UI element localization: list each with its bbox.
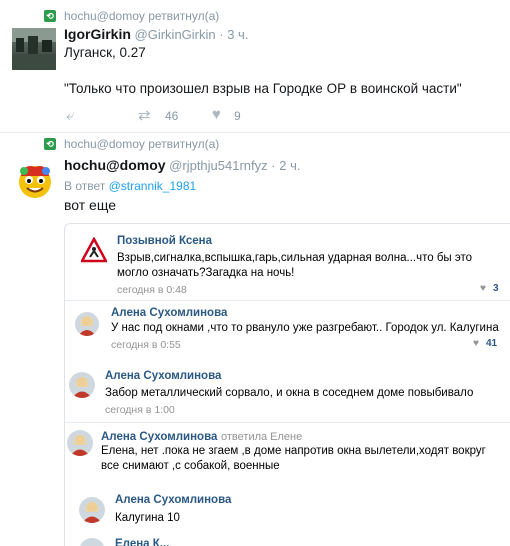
vk-comment-author[interactable]: Алена Сухомлинова <box>115 494 231 506</box>
reply-to-link[interactable]: @strannik_1981 <box>109 179 197 193</box>
retweet-icon: ⟲ <box>44 138 56 150</box>
avatar[interactable] <box>69 372 95 398</box>
like-count: 3 <box>493 283 499 294</box>
vk-comment-author[interactable]: Алена Сухомлинова <box>101 431 217 443</box>
tweet-2: ⟲ hochu@domoy ретвитнул(а) hochu@domoy @… <box>0 133 510 546</box>
like-count: 41 <box>486 338 498 349</box>
author-handle[interactable]: @rjpthju541rnfyz <box>169 158 267 173</box>
avatar[interactable] <box>79 497 105 523</box>
reply-prefix: В ответ <box>64 179 106 193</box>
retweet-count: 46 <box>165 109 179 123</box>
like-icon[interactable]: ♥ <box>473 338 479 349</box>
tweet-text: вот еще <box>64 197 116 213</box>
vk-comment-author[interactable]: Алена Сухомлинова <box>105 370 221 382</box>
avatar[interactable] <box>12 28 56 70</box>
vk-comment-time[interactable]: сегодня в 1:00 <box>105 404 175 416</box>
separator-dot: · <box>271 158 276 173</box>
embedded-image[interactable]: Позывной Ксена Взрыв,сигналка,вспышка,га… <box>64 223 510 546</box>
avatar[interactable] <box>14 159 56 201</box>
retweet-label[interactable]: hochu@domoy ретвитнул(а) <box>64 9 219 23</box>
vk-comment-author[interactable]: Алена Сухомлинова <box>111 307 227 319</box>
tweet-1: ⟲ hochu@domoy ретвитнул(а) IgorGirkin @G… <box>0 0 510 132</box>
like-icon[interactable]: ♥ <box>212 106 221 123</box>
author-name[interactable]: hochu@domoy <box>64 157 166 173</box>
retweet-action-icon[interactable]: ⇄ <box>138 106 151 124</box>
like-count: 9 <box>234 109 241 123</box>
divider <box>65 422 510 423</box>
retweet-label[interactable]: hochu@domoy ретвитнул(а) <box>64 137 219 151</box>
avatar[interactable] <box>67 430 93 456</box>
tweet-time[interactable]: 3 ч. <box>227 27 248 42</box>
vk-comment-time[interactable]: сегодня в 0:55 <box>111 339 181 351</box>
tweet-text-line2: "Только что произошел взрыв на Городке О… <box>64 81 462 96</box>
vk-comment-time[interactable]: сегодня в 0:48 <box>117 284 187 296</box>
vk-comment-text: У нас под окнами ,что то рвануло уже раз… <box>111 322 499 334</box>
divider <box>65 300 510 301</box>
vk-comment-author[interactable]: Позывной Ксена <box>117 235 212 247</box>
like-icon[interactable]: ♥ <box>480 283 486 294</box>
tweet-time[interactable]: 2 ч. <box>279 158 300 173</box>
vk-comment-text: Забор металлический сорвало, и окна в со… <box>105 387 474 399</box>
author-handle[interactable]: @GirkinGirkin <box>135 27 216 42</box>
avatar[interactable] <box>75 312 99 336</box>
vk-comment-text: Взрыв,сигналка,вспышка,гарь,сильная удар… <box>117 252 473 279</box>
separator-dot: · <box>219 27 224 42</box>
retweet-icon: ⟲ <box>44 10 56 22</box>
vk-comment-text: Калугина 10 <box>115 512 180 524</box>
author-name[interactable]: IgorGirkin <box>64 26 131 42</box>
vk-reply-note: ответила Елене <box>221 431 303 443</box>
vk-comment-text: Елена, нет .пока не згаем ,в доме напрот… <box>101 445 486 472</box>
tweet-text-line1: Луганск, 0.27 <box>64 45 146 60</box>
reply-icon[interactable]: ⤶ <box>66 107 74 124</box>
vk-avatar-warning-icon <box>79 236 109 263</box>
